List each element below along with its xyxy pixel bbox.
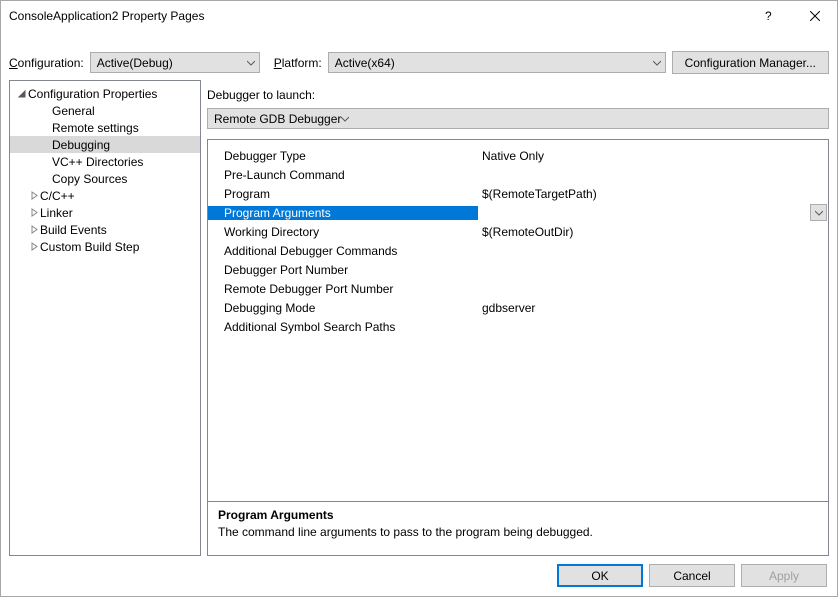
- grid-key: Remote Debugger Port Number: [208, 282, 478, 296]
- grid-value[interactable]: $(RemoteOutDir): [478, 225, 828, 239]
- tree-item-label: Build Events: [40, 223, 107, 237]
- grid-row[interactable]: Additional Debugger Commands: [208, 241, 828, 260]
- tree-item-remote-settings[interactable]: Remote settings: [10, 119, 200, 136]
- tree-item-c-c-[interactable]: C/C++: [10, 187, 200, 204]
- tree-collapse-icon[interactable]: [16, 89, 28, 98]
- grid-key: Debugger Port Number: [208, 263, 478, 277]
- tree-item-debugging[interactable]: Debugging: [10, 136, 200, 153]
- configuration-combo[interactable]: Active(Debug): [90, 52, 260, 73]
- tree-item-build-events[interactable]: Build Events: [10, 221, 200, 238]
- tree-item-label: VC++ Directories: [52, 155, 143, 169]
- tree-item-label: Debugging: [52, 138, 110, 152]
- description-title: Program Arguments: [218, 508, 818, 522]
- cancel-button[interactable]: Cancel: [649, 564, 735, 587]
- tree-item-label: Remote settings: [52, 121, 139, 135]
- launcher-value: Remote GDB Debugger: [214, 112, 341, 126]
- grid-value[interactable]: Native Only: [478, 149, 828, 163]
- footer: OK Cancel Apply: [1, 556, 837, 595]
- grid-row[interactable]: Program$(RemoteTargetPath): [208, 184, 828, 203]
- tree-item-general[interactable]: General: [10, 102, 200, 119]
- grid-row[interactable]: Debugger Port Number: [208, 260, 828, 279]
- description-panel: Program Arguments The command line argum…: [208, 501, 828, 555]
- grid-key: Debugger Type: [208, 149, 478, 163]
- grid-value[interactable]: $(RemoteTargetPath): [478, 187, 828, 201]
- launcher-label: Debugger to launch:: [207, 80, 829, 108]
- property-grid: Debugger TypeNative OnlyPre-Launch Comma…: [207, 139, 829, 556]
- ok-button[interactable]: OK: [557, 564, 643, 587]
- svg-text:?: ?: [765, 9, 772, 23]
- tree-expand-icon[interactable]: [28, 208, 40, 217]
- grid-key: Pre-Launch Command: [208, 168, 478, 182]
- help-button[interactable]: ?: [747, 1, 792, 31]
- grid-key: Program Arguments: [208, 206, 478, 220]
- tree-item-copy-sources[interactable]: Copy Sources: [10, 170, 200, 187]
- grid-dropdown-button[interactable]: [810, 204, 827, 221]
- close-icon: [810, 11, 820, 21]
- grid-row[interactable]: Remote Debugger Port Number: [208, 279, 828, 298]
- grid-row[interactable]: Program Arguments: [208, 203, 828, 222]
- grid-key: Additional Symbol Search Paths: [208, 320, 478, 334]
- tree-item-custom-build-step[interactable]: Custom Build Step: [10, 238, 200, 255]
- tree-expand-icon[interactable]: [28, 225, 40, 234]
- platform-value: Active(x64): [335, 56, 395, 70]
- tree-item-label: Copy Sources: [52, 172, 127, 186]
- tree-root-label: Configuration Properties: [28, 87, 157, 101]
- platform-label: Platform:: [274, 56, 322, 70]
- tree-item-vc-directories[interactable]: VC++ Directories: [10, 153, 200, 170]
- description-text: The command line arguments to pass to th…: [218, 525, 818, 539]
- grid-row[interactable]: Working Directory$(RemoteOutDir): [208, 222, 828, 241]
- configuration-manager-button[interactable]: Configuration Manager...: [672, 51, 829, 74]
- grid-value[interactable]: gdbserver: [478, 301, 828, 315]
- grid-row[interactable]: Debugger TypeNative Only: [208, 146, 828, 165]
- platform-combo[interactable]: Active(x64): [328, 52, 666, 73]
- chevron-down-icon: [247, 56, 255, 70]
- tree-item-linker[interactable]: Linker: [10, 204, 200, 221]
- grid-row[interactable]: Debugging Modegdbserver: [208, 298, 828, 317]
- grid-row[interactable]: Additional Symbol Search Paths: [208, 317, 828, 336]
- tree-item-label: Custom Build Step: [40, 240, 139, 254]
- tree-item-label: Linker: [40, 206, 73, 220]
- configuration-value: Active(Debug): [97, 56, 173, 70]
- grid-key: Additional Debugger Commands: [208, 244, 478, 258]
- tree-expand-icon[interactable]: [28, 191, 40, 200]
- help-icon: ?: [765, 9, 775, 23]
- grid-key: Program: [208, 187, 478, 201]
- tree-item-label: C/C++: [40, 189, 75, 203]
- apply-button[interactable]: Apply: [741, 564, 827, 587]
- tree-root[interactable]: Configuration Properties: [10, 85, 200, 102]
- tree-expand-icon[interactable]: [28, 242, 40, 251]
- tree[interactable]: Configuration Properties General Remote s…: [9, 80, 201, 556]
- tree-item-label: General: [52, 104, 95, 118]
- chevron-down-icon: [815, 209, 823, 217]
- config-row: Configuration: Active(Debug) Platform: A…: [1, 31, 837, 74]
- titlebar: ConsoleApplication2 Property Pages ?: [1, 1, 837, 31]
- window-title: ConsoleApplication2 Property Pages: [9, 9, 747, 23]
- close-button[interactable]: [792, 1, 837, 31]
- chevron-down-icon: [653, 56, 661, 70]
- configuration-label: Configuration:: [9, 56, 84, 70]
- grid-row[interactable]: Pre-Launch Command: [208, 165, 828, 184]
- chevron-down-icon: [341, 112, 349, 126]
- launcher-combo[interactable]: Remote GDB Debugger: [207, 108, 829, 129]
- grid-key: Debugging Mode: [208, 301, 478, 315]
- grid-key: Working Directory: [208, 225, 478, 239]
